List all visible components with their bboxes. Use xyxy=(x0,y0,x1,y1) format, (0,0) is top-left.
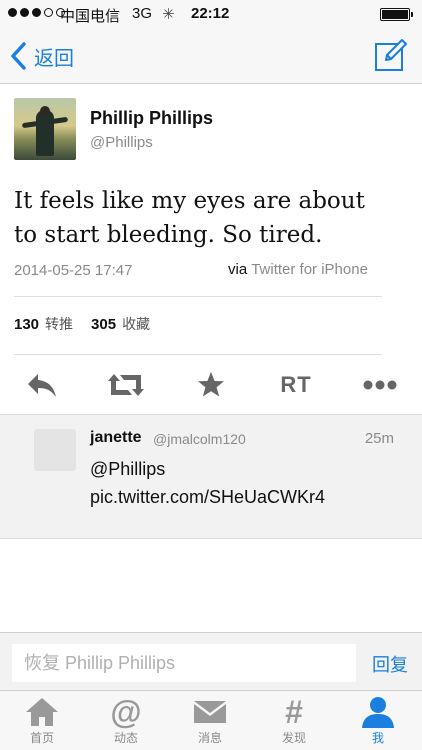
carrier-name: 中国电信 xyxy=(60,7,121,25)
tab-bar: 首页 @ 动态 消息 # 发现 我 xyxy=(0,690,422,750)
author-name[interactable]: Phillip Phillips xyxy=(90,108,213,129)
navigation-bar: 返回 xyxy=(0,28,422,84)
star-icon xyxy=(198,372,224,397)
reply-send-button[interactable]: 回复 xyxy=(372,651,408,677)
more-dots-icon xyxy=(363,380,397,390)
tab-messages-label: 消息 xyxy=(197,731,222,745)
tweet-source: via Twitter for iPhone xyxy=(228,261,368,278)
favorite-button[interactable] xyxy=(193,370,229,400)
reply-button[interactable] xyxy=(24,370,60,400)
reply-tweet[interactable]: janette @jmalcolm120 25m @Phillips pic.t… xyxy=(0,414,422,539)
network-type: 3G xyxy=(132,5,153,22)
retweet-icon xyxy=(108,374,144,396)
tab-me-label: 我 xyxy=(371,731,384,745)
reply-icon xyxy=(28,374,56,397)
clock: 22:12 xyxy=(191,5,230,22)
reply-author-name[interactable]: janette xyxy=(90,429,142,447)
tweet-actions: RT xyxy=(0,356,422,414)
tab-discover-label: 发现 xyxy=(281,731,306,745)
divider xyxy=(14,354,382,355)
chevron-left-icon xyxy=(11,42,26,70)
status-bar: 中国电信 3G ✳ 22:12 xyxy=(0,0,422,28)
signal-strength-icon xyxy=(8,8,65,17)
tweet-text: It feels like my eyes are about to start… xyxy=(14,188,365,248)
rt-label: RT xyxy=(280,372,312,397)
reply-text: @Phillips pic.twitter.com/SHeUaCWKr4 xyxy=(90,459,326,507)
back-button[interactable]: 返回 xyxy=(8,40,74,72)
retweet-label[interactable]: 转推 xyxy=(45,314,73,334)
envelope-icon xyxy=(194,701,226,723)
reply-compose-bar: 回复 xyxy=(0,632,422,690)
reply-author-handle[interactable]: @jmalcolm120 xyxy=(153,431,246,447)
compose-tweet-icon[interactable] xyxy=(374,38,408,72)
retweet-count[interactable]: 130 xyxy=(14,316,39,333)
favorite-label[interactable]: 收藏 xyxy=(122,314,150,334)
tweet-timestamp: 2014-05-25 17:47 xyxy=(14,262,133,279)
via-label: via xyxy=(228,261,248,278)
person-icon xyxy=(362,697,394,728)
divider xyxy=(14,296,382,297)
tab-me[interactable]: 我 xyxy=(336,695,420,749)
activity-spinner-icon: ✳ xyxy=(162,6,175,23)
tweet-source-link[interactable]: Twitter for iPhone xyxy=(251,261,368,278)
tab-home[interactable]: 首页 xyxy=(0,695,84,749)
tab-home-label: 首页 xyxy=(29,731,54,745)
at-icon: @ xyxy=(110,694,142,730)
author-avatar[interactable] xyxy=(14,98,76,160)
hash-icon: # xyxy=(285,694,303,730)
tab-connect[interactable]: @ 动态 xyxy=(84,695,168,749)
tweet-stats: 130 转推 305 收藏 xyxy=(14,314,162,334)
reply-time: 25m xyxy=(364,430,394,447)
home-icon xyxy=(26,698,58,726)
reply-input[interactable] xyxy=(12,644,356,682)
back-label: 返回 xyxy=(34,45,74,70)
battery-icon xyxy=(380,8,413,21)
author-handle[interactable]: @Phillips xyxy=(90,134,153,151)
reply-avatar[interactable] xyxy=(34,429,76,471)
more-options-button[interactable] xyxy=(362,370,398,400)
tab-connect-label: 动态 xyxy=(113,731,138,745)
favorite-count[interactable]: 305 xyxy=(91,316,116,333)
quote-retweet-button[interactable]: RT xyxy=(276,370,316,400)
retweet-button[interactable] xyxy=(108,370,144,400)
tab-messages[interactable]: 消息 xyxy=(168,695,252,749)
tab-discover[interactable]: # 发现 xyxy=(252,695,336,749)
